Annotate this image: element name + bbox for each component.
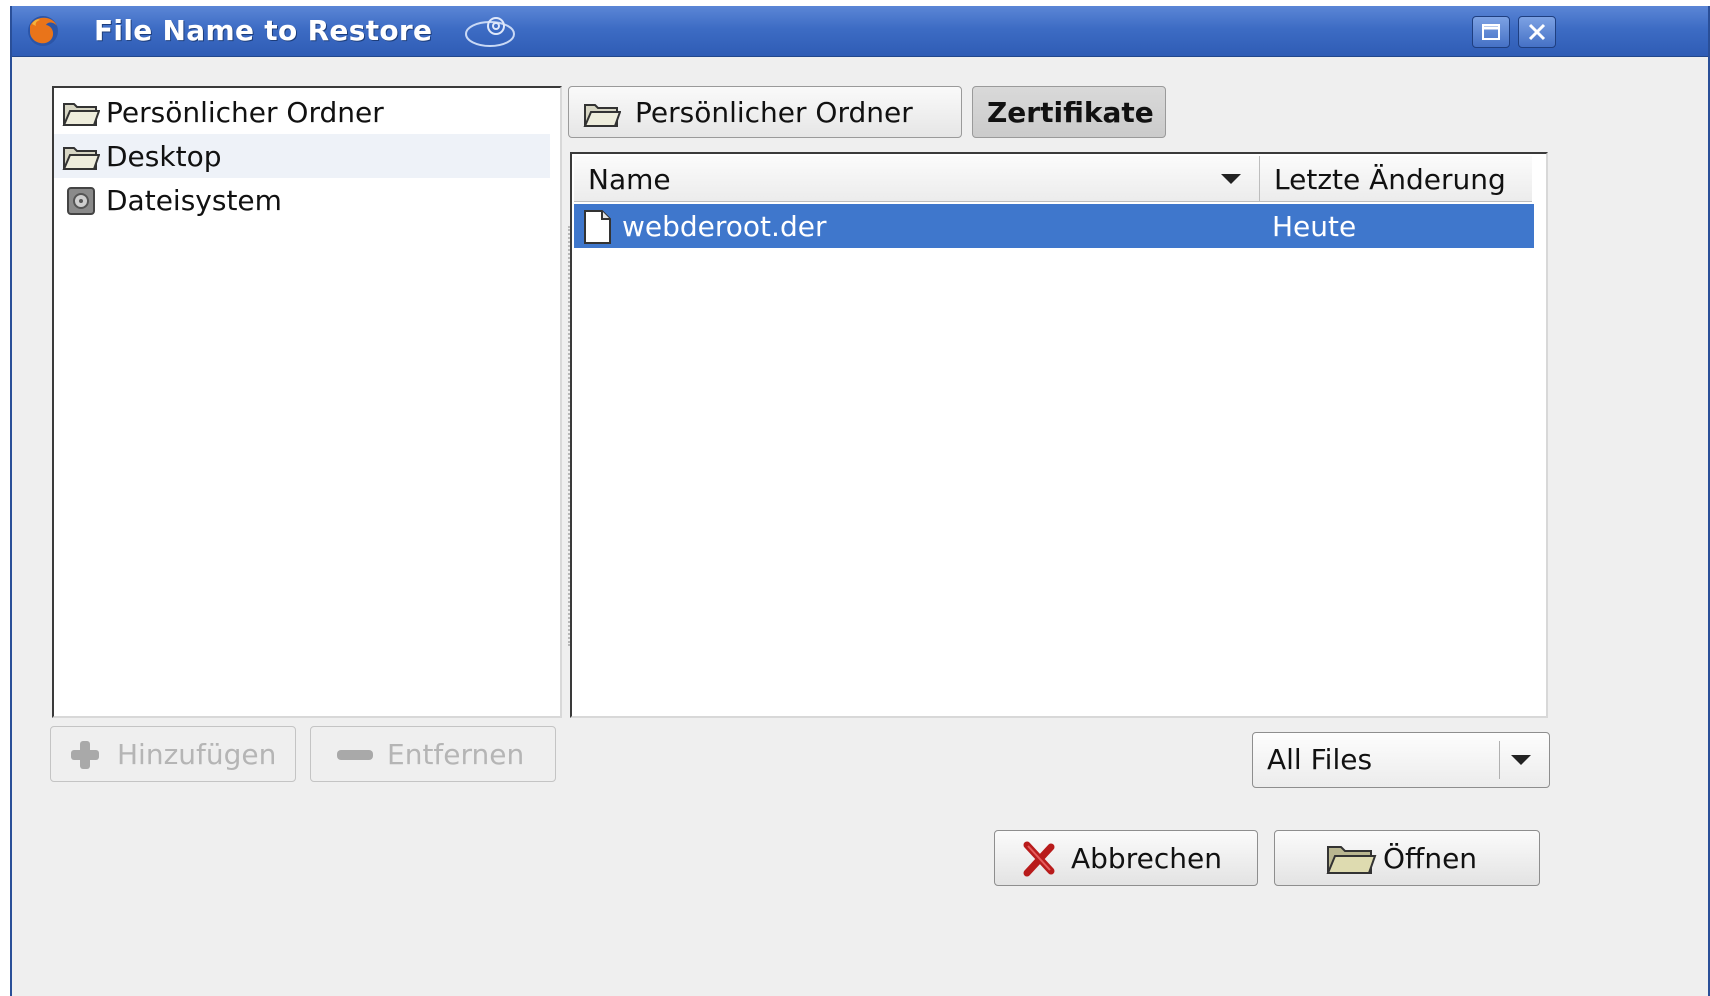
open-label: Öffnen [1383,842,1478,875]
path-button-label: Zertifikate [987,96,1154,129]
maximize-button[interactable] [1472,16,1510,48]
column-header-label: Name [588,163,671,196]
remove-bookmark-label: Entfernen [387,738,525,771]
path-button-label: Persönlicher Ordner [635,96,913,129]
combo-separator [1499,741,1500,779]
column-header-modified[interactable]: Letzte Änderung [1260,156,1532,202]
sort-descending-icon [1221,174,1241,184]
file-chooser-dialog: File Name to Restore Persönlicher Ordner… [10,6,1710,996]
folder-open-icon [1326,846,1377,874]
file-icon [584,210,611,244]
folder-icon [62,103,100,126]
path-button-zertifikate[interactable]: Zertifikate [972,86,1166,138]
place-label: Dateisystem [106,184,282,217]
place-item-filesystem[interactable]: Dateisystem [54,178,550,222]
window-title: File Name to Restore [94,14,433,47]
maximize-icon [1482,24,1500,40]
file-name: webderoot.der [622,210,827,243]
folder-icon [62,147,100,170]
minus-icon [337,750,373,760]
firefox-icon [28,16,58,46]
file-filter-select[interactable]: All Files [1252,732,1550,788]
place-item-home[interactable]: Persönlicher Ordner [54,90,550,134]
column-header-name[interactable]: Name [574,156,1260,202]
place-item-desktop[interactable]: Desktop [54,134,550,178]
file-row[interactable]: webderoot.der Heute [574,204,1534,248]
title-bar[interactable]: File Name to Restore [12,6,1708,57]
chevron-down-icon [1511,755,1531,765]
folder-icon [583,104,621,127]
close-icon [1528,23,1546,41]
open-button[interactable]: Öffnen [1274,830,1540,886]
plus-icon [71,741,99,769]
place-label: Persönlicher Ordner [106,96,384,129]
drive-icon [67,187,95,215]
swirl-decoration-icon [465,17,515,47]
close-button[interactable] [1518,16,1556,48]
column-header-label: Letzte Änderung [1274,163,1506,196]
places-sidebar: Persönlicher Ordner Desktop Dateisystem [52,86,562,718]
file-modified: Heute [1272,210,1357,243]
place-label: Desktop [106,140,222,173]
cancel-label: Abbrechen [1071,842,1222,875]
cancel-button[interactable]: Abbrechen [994,830,1258,886]
file-list[interactable]: Name Letzte Änderung webderoot.der Heute [570,152,1548,718]
file-filter-value: All Files [1267,743,1373,776]
path-button-home[interactable]: Persönlicher Ordner [568,86,962,138]
add-bookmark-button[interactable]: Hinzufügen [50,726,296,782]
remove-bookmark-button[interactable]: Entfernen [310,726,556,782]
add-bookmark-label: Hinzufügen [117,738,277,771]
cancel-x-icon [1023,841,1055,877]
